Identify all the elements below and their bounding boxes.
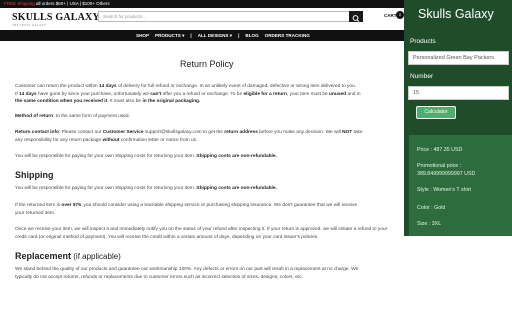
search-icon	[352, 15, 360, 22]
policy-paragraph: your returned item.	[15, 211, 56, 216]
policy-paragraph: We stand behind the quality of our produ…	[15, 267, 359, 272]
nav-item[interactable]: PRODUCTS ▾	[155, 30, 184, 41]
policy-paragraph: You will be responsible for paying for y…	[15, 186, 277, 191]
nav-item[interactable]: ORDERS TRACKING	[265, 30, 310, 41]
site-logo[interactable]: SKULLS GALAXY THE SKULL GALAXY	[12, 12, 100, 27]
cart-link[interactable]: CART	[384, 13, 397, 18]
logo-text: SKULLS GALAXY	[12, 12, 100, 23]
shipping-heading: Shipping	[15, 170, 54, 180]
search-input[interactable]: Search for products...	[98, 11, 350, 22]
nav-items: SHOP PRODUCTS ▾ | ALL DESIGNS ▾ | BLOG ORDERS …	[136, 30, 310, 41]
policy-paragraph: Return contact info: Please contact our …	[15, 130, 363, 135]
policy-paragraph: Once we receive your item, we will inspe…	[15, 227, 388, 232]
announcement-text: FREE Shipping all orders $60+ | USA | $1…	[4, 0, 110, 8]
number-input[interactable]: 15	[408, 86, 509, 100]
products-label: Products	[410, 38, 436, 45]
policy-paragraph: You will be responsible for paying for y…	[15, 154, 277, 159]
search-button[interactable]	[349, 11, 363, 22]
nav-separator: |	[190, 33, 192, 38]
policy-paragraph: If 14 days have gone by since your purch…	[15, 92, 361, 97]
policy-paragraph: any responsibility for any return packag…	[15, 138, 198, 143]
size-result: Size : 3XL	[417, 221, 442, 227]
nav-separator: |	[238, 33, 240, 38]
promo-price-label: Promotional price :	[417, 163, 462, 169]
policy-paragraph: typically do not accept returns, refunds…	[15, 275, 303, 280]
search-placeholder: Search for products...	[103, 14, 147, 19]
cart-count-badge: 0	[396, 11, 404, 19]
announcement-highlight: FREE Shipping	[4, 1, 35, 6]
panel-title: Skulls Galaxy	[418, 7, 494, 21]
policy-paragraph: Customer can return the product within 1…	[15, 84, 357, 89]
nav-item[interactable]: SHOP	[136, 30, 149, 41]
policy-paragraph: Method of return: to the same form of pa…	[15, 114, 130, 119]
products-select[interactable]: Personalized Green Bay Packers	[408, 51, 509, 65]
page-title: Return Policy	[180, 59, 234, 69]
policy-paragraph: credit card (or original method of payme…	[15, 235, 319, 240]
nav-item[interactable]: ALL DESIGNS ▾	[198, 30, 232, 41]
calculator-button[interactable]: Calculator	[416, 106, 456, 119]
logo-tagline: THE SKULL GALAXY	[12, 23, 47, 27]
color-result: Color : Gold	[417, 205, 446, 211]
replacement-heading: Replacement (if applicable)	[15, 251, 121, 261]
announcement-rest: all orders $60+ | USA | $100+ Others	[34, 1, 110, 6]
policy-paragraph: If the returned item is over $75, you sh…	[15, 203, 358, 208]
promo-price-value: 389.849999999997 USD	[417, 171, 476, 177]
number-label: Number	[410, 73, 434, 80]
policy-paragraph: the same condition when you received it.…	[15, 99, 201, 104]
nav-item[interactable]: BLOG	[245, 30, 258, 41]
style-result: Style : Women's T shirt	[417, 187, 471, 193]
price-result: Price : 487.35 USD	[417, 147, 463, 153]
